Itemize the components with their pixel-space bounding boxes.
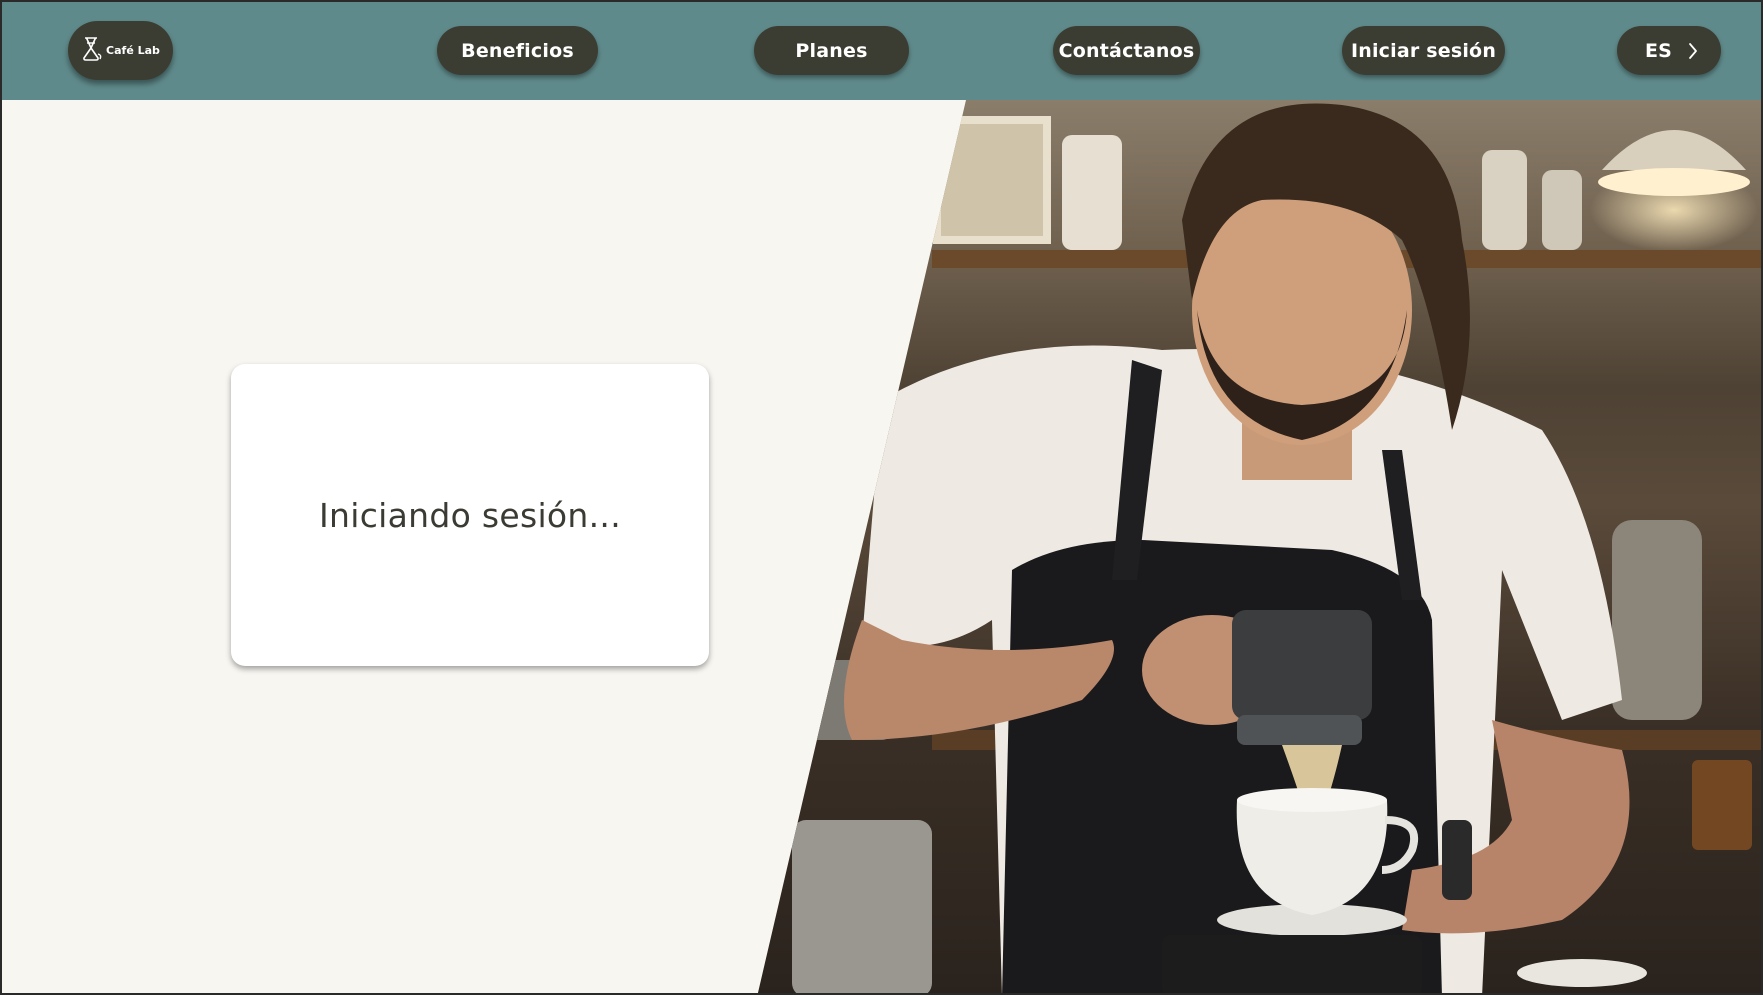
language-label: ES (1645, 39, 1673, 62)
login-status-card: Iniciando sesión... (231, 364, 709, 666)
nav-planes-button[interactable]: Planes (754, 26, 909, 75)
nav-contactanos-button[interactable]: Contáctanos (1053, 26, 1200, 75)
top-navigation-bar: Café Lab Beneficios Planes Contáctanos I… (2, 2, 1761, 100)
nav-beneficios-button[interactable]: Beneficios (437, 26, 598, 75)
logo-button[interactable]: Café Lab (68, 21, 173, 80)
app-window: Café Lab Beneficios Planes Contáctanos I… (0, 0, 1763, 995)
login-status-text: Iniciando sesión... (318, 495, 622, 535)
nav-beneficios-label: Beneficios (461, 39, 574, 62)
nav-planes-label: Planes (795, 39, 868, 62)
nav-login-label: Iniciar sesión (1350, 39, 1497, 62)
chevron-right-icon (1687, 41, 1699, 66)
logo-text: Café Lab (106, 44, 160, 57)
nav-contactanos-label: Contáctanos (1058, 39, 1195, 62)
language-selector-button[interactable]: ES (1617, 26, 1721, 75)
chemex-coffee-icon (81, 36, 103, 66)
nav-login-button[interactable]: Iniciar sesión (1342, 26, 1505, 75)
